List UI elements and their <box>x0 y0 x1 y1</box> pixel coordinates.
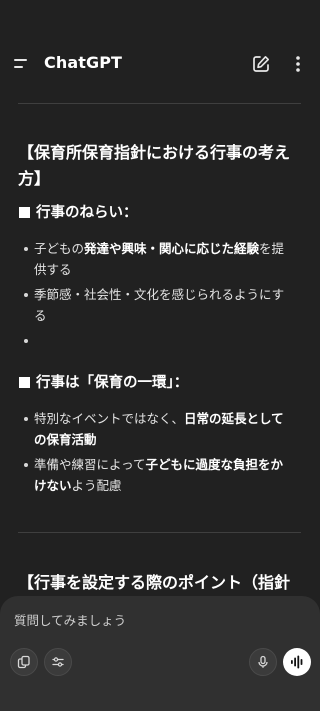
divider-middle <box>18 532 301 533</box>
section-title-line: 【行事を設定する際のポイント（指針 <box>18 573 291 592</box>
more-vertical-icon[interactable] <box>290 54 306 74</box>
list-item-bold-text: けない <box>34 478 72 493</box>
tools-button[interactable] <box>44 648 72 676</box>
attach-icon <box>17 655 30 669</box>
square-bullet-icon <box>19 377 30 388</box>
tools-sliders-icon <box>52 657 64 667</box>
aim-heading-text: 行事のねらい： <box>36 205 138 221</box>
bullet-dot-icon <box>24 417 28 421</box>
new-chat-icon[interactable] <box>251 54 271 74</box>
list-item: 準備や練習によって子どもに過度な負担をか けないよう配慮 <box>24 454 296 496</box>
list-item-bold-text: 発達や興味・関心に応じた経験 <box>84 241 260 256</box>
square-bullet-icon <box>19 207 30 218</box>
section-title: 【保育所保育指針における行事の考え 方】 <box>18 140 300 192</box>
list-item: 子どもの発達や興味・関心に応じた経験を提 供する <box>24 238 296 280</box>
list-item-text: を提 <box>259 241 285 256</box>
chat-screen: ChatGPT 【保育所保育指針における行事の考え 方】 行事のねらい： 子ども… <box>0 0 320 711</box>
part-heading-text: 行事は「保育の一環」： <box>36 375 189 391</box>
list-item-text: 準備や練習によって <box>34 457 146 472</box>
bullet-dot-icon <box>24 293 28 297</box>
list-item-bold-text: 子どもに過度な負担をか <box>145 457 284 472</box>
top-bar: ChatGPT <box>0 42 320 86</box>
list-item-text: 供する <box>34 262 72 277</box>
list-item-bold-text: 日常の延長として <box>184 411 284 426</box>
list-item-text: る <box>34 308 47 323</box>
list-item: 季節感・社会性・文化を感じられるようにす る <box>24 284 296 326</box>
section-title-2: 【行事を設定する際のポイント（指針 <box>18 570 300 596</box>
app-title[interactable]: ChatGPT <box>44 53 122 72</box>
voice-mode-icon <box>291 655 303 669</box>
list-item-bold-text: の保育活動 <box>34 432 97 447</box>
menu-icon[interactable] <box>14 56 32 72</box>
list-item-text: 特別なイベントではなく、 <box>34 411 185 426</box>
microphone-icon <box>258 655 268 668</box>
list-item: 特別なイベントではなく、日常の延長として の保育活動 <box>24 408 296 450</box>
section-title-line: 方】 <box>18 169 51 188</box>
bullet-dot-icon <box>24 339 28 343</box>
attach-button[interactable] <box>10 648 38 676</box>
bullet-dot-icon <box>24 247 28 251</box>
bullet-dot-icon <box>24 463 28 467</box>
message-input[interactable]: 質問してみましょう <box>14 610 126 629</box>
list-item-text: 子どもの <box>34 241 85 256</box>
list-item-text: 季節感・社会性・文化を感じられるようにす <box>34 287 285 302</box>
aim-heading: 行事のねらい： <box>19 202 138 224</box>
section-title-line: 【保育所保育指針における行事の考え <box>18 143 291 162</box>
voice-mode-button[interactable] <box>283 648 311 676</box>
list-item-text: よう配慮 <box>71 478 122 493</box>
microphone-button[interactable] <box>249 648 277 676</box>
divider-top <box>18 103 301 104</box>
part-heading: 行事は「保育の一環」： <box>19 372 188 394</box>
